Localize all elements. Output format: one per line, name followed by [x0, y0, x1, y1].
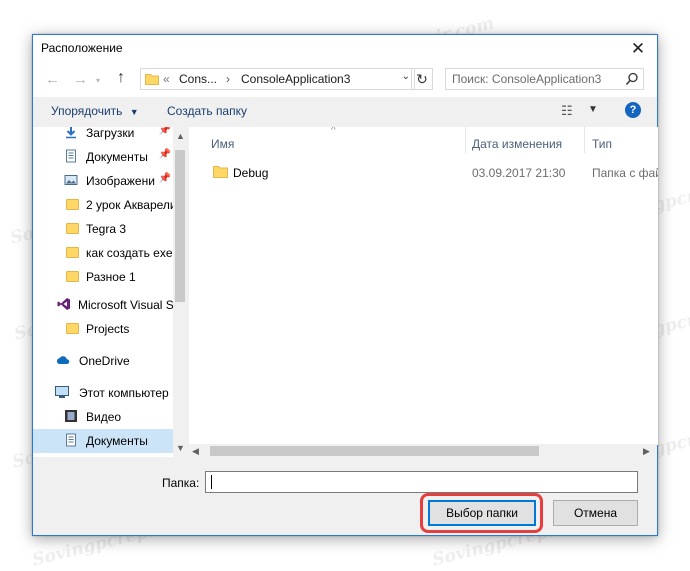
- nav-item-pictures[interactable]: Изображени 📌: [33, 169, 173, 193]
- search-placeholder: Поиск: ConsoleApplication3: [452, 72, 602, 86]
- scroll-down-icon[interactable]: ▼: [176, 443, 185, 453]
- visual-studio-icon: [57, 298, 70, 310]
- column-divider[interactable]: [584, 127, 585, 153]
- scroll-right-icon[interactable]: ▶: [643, 446, 650, 457]
- file-list: ^ Имя Дата изменения Тип Debug 03.09.201…: [188, 127, 658, 445]
- pin-icon: 📌: [158, 149, 171, 160]
- organize-button[interactable]: Упорядочить ▼: [51, 104, 139, 118]
- scrollbar-thumb[interactable]: [175, 150, 185, 302]
- folder-icon: [66, 271, 79, 282]
- folder-field-label: Папка:: [162, 476, 200, 490]
- search-input[interactable]: Поиск: ConsoleApplication3: [445, 68, 644, 90]
- nav-item-visual-studio[interactable]: Microsoft Visual S: [33, 293, 173, 317]
- recent-locations-icon[interactable]: ▾: [96, 76, 100, 85]
- scrollbar-thumb[interactable]: [210, 446, 539, 456]
- nav-item-video[interactable]: Видео: [33, 405, 173, 429]
- column-divider[interactable]: [465, 127, 466, 153]
- file-list-scrollbar[interactable]: ◀ ▶: [188, 444, 657, 458]
- pin-icon: 📌: [158, 173, 171, 184]
- nav-item-folder[interactable]: Разное 1: [33, 265, 173, 289]
- folder-icon: [213, 166, 228, 178]
- scroll-up-icon[interactable]: ▲: [176, 131, 185, 141]
- select-folder-button[interactable]: Выбор папки: [428, 500, 536, 526]
- file-date: 03.09.2017 21:30: [472, 166, 566, 180]
- download-icon: [66, 127, 76, 139]
- column-header-name[interactable]: Имя: [211, 137, 234, 151]
- file-name: Debug: [233, 166, 269, 180]
- address-bar[interactable]: « Cons... › ConsoleApplication3 ⌄: [140, 68, 415, 90]
- nav-item-documents-pinned[interactable]: Документы 📌: [33, 145, 173, 169]
- folder-icon: [66, 323, 79, 334]
- chevron-down-icon: ▼: [129, 107, 139, 117]
- text-caret: [211, 475, 212, 489]
- up-arrow-icon[interactable]: ↑: [117, 69, 125, 87]
- folder-icon: [66, 223, 79, 234]
- folder-field[interactable]: [205, 471, 638, 493]
- navigation-pane: Загрузки 📌 Документы 📌 Изображени 📌 2 ур…: [33, 127, 187, 457]
- nav-item-folder[interactable]: как создать exe: [33, 241, 173, 265]
- nav-item-onedrive[interactable]: OneDrive: [33, 349, 173, 373]
- nav-item-folder[interactable]: 2 урок Акварели: [33, 193, 173, 217]
- help-icon[interactable]: ?: [625, 102, 641, 118]
- document-icon: [66, 433, 76, 447]
- select-folder-dialog: Расположение ✕ ← → ▾ ↑ « Cons... › Conso…: [32, 34, 658, 536]
- nav-item-folder[interactable]: Projects: [33, 317, 173, 341]
- pictures-icon: [64, 175, 78, 185]
- column-header-type[interactable]: Тип: [592, 137, 612, 151]
- folder-icon: [66, 247, 79, 258]
- forward-icon[interactable]: →: [73, 71, 88, 88]
- video-icon: [65, 410, 77, 422]
- command-bar: Упорядочить ▼ Создать папку ☷ ▼ ?: [33, 97, 657, 125]
- nav-item-documents[interactable]: Документы: [33, 429, 173, 453]
- chevron-down-icon[interactable]: ⌄: [402, 71, 410, 82]
- nav-item-folder[interactable]: Tegra 3: [33, 217, 173, 241]
- breadcrumb-separator: ›: [226, 72, 230, 86]
- nav-pane-scrollbar[interactable]: ▲ ▼: [173, 127, 187, 457]
- new-folder-button[interactable]: Создать папку: [167, 104, 247, 118]
- search-icon[interactable]: [625, 72, 639, 86]
- back-icon[interactable]: ←: [45, 71, 60, 88]
- scroll-left-icon[interactable]: ◀: [192, 446, 199, 457]
- sort-up-icon: ^: [331, 127, 336, 136]
- navigation-bar: ← → ▾ ↑ « Cons... › ConsoleApplication3 …: [33, 63, 657, 97]
- nav-item-downloads[interactable]: Загрузки 📌: [33, 127, 173, 145]
- chevron-down-icon[interactable]: ▼: [588, 104, 598, 115]
- folder-icon: [145, 74, 159, 85]
- nav-item-this-pc[interactable]: Этот компьютер: [33, 381, 173, 405]
- folder-icon: [66, 199, 79, 210]
- column-header-date[interactable]: Дата изменения: [472, 137, 562, 151]
- title-bar: Расположение ✕: [33, 35, 657, 63]
- breadcrumb-overflow[interactable]: «: [163, 72, 170, 86]
- document-icon: [66, 149, 76, 163]
- breadcrumb-item[interactable]: Cons...: [179, 72, 217, 86]
- cancel-button[interactable]: Отмена: [553, 500, 638, 526]
- pin-icon: 📌: [158, 127, 171, 136]
- view-options-icon[interactable]: ☷: [561, 103, 573, 119]
- computer-icon: [55, 386, 69, 398]
- dialog-title: Расположение: [41, 41, 123, 55]
- dialog-footer: Папка: Выбор папки Отмена: [33, 459, 657, 535]
- close-icon[interactable]: ✕: [619, 35, 657, 63]
- file-type: Папка с фай: [592, 166, 658, 180]
- refresh-icon: ↻: [416, 71, 428, 87]
- organize-label: Упорядочить: [51, 104, 123, 118]
- breadcrumb-item[interactable]: ConsoleApplication3: [241, 72, 350, 86]
- refresh-button[interactable]: ↻: [411, 68, 433, 90]
- onedrive-icon: [56, 356, 70, 364]
